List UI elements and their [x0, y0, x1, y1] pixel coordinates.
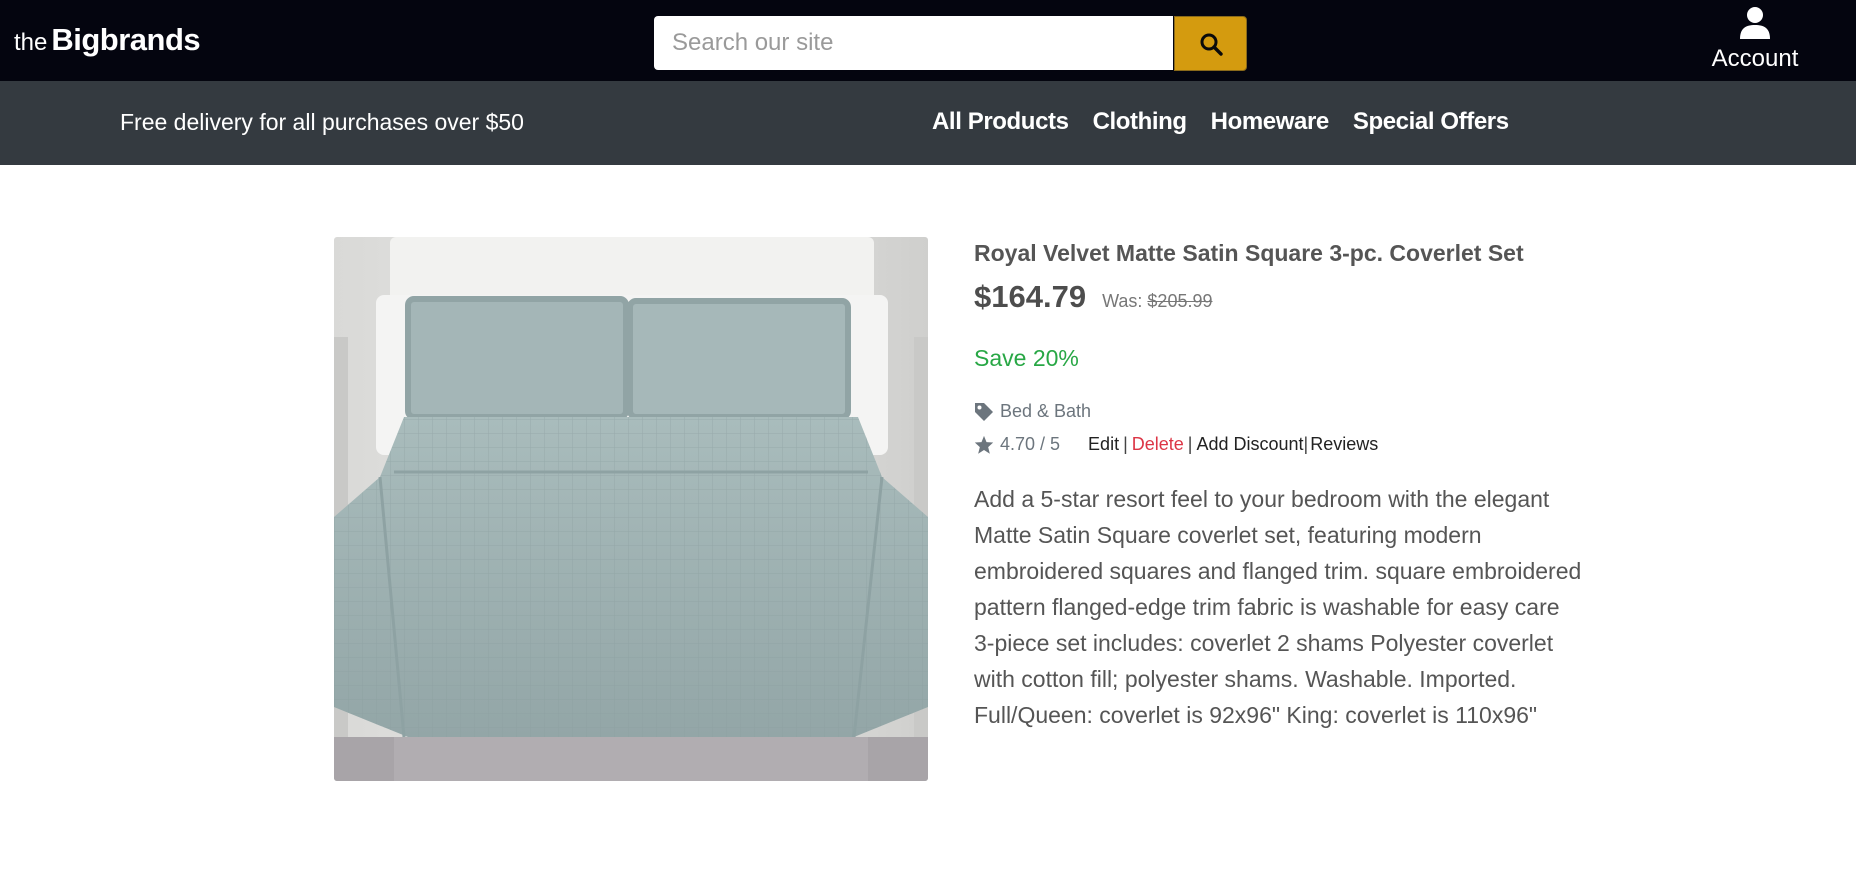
user-icon [1740, 7, 1770, 39]
was-price: Was: $205.99 [1102, 291, 1212, 312]
save-badge: Save 20% [974, 345, 1079, 371]
nav-homeware[interactable]: Homeware [1211, 108, 1330, 136]
search-icon [1200, 33, 1223, 56]
edit-link[interactable]: Edit [1088, 434, 1119, 454]
product-category[interactable]: Bed & Bath [1000, 401, 1091, 422]
price-row: $164.79 Was: $205.99 [974, 279, 1584, 315]
main-nav: All Products Clothing Homeware Special O… [932, 108, 1509, 136]
top-header: theBigbrands Account [0, 0, 1856, 81]
search-button[interactable] [1174, 16, 1247, 71]
product-image [334, 237, 928, 781]
star-icon [974, 435, 994, 454]
reviews-link[interactable]: Reviews [1310, 434, 1378, 454]
separator: | [1187, 434, 1193, 454]
account-label: Account [1711, 45, 1799, 72]
site-logo[interactable]: the Bigbrands [14, 22, 201, 58]
separator: | [1123, 434, 1128, 454]
was-amount: $205.99 [1147, 291, 1213, 311]
product-rating: 4.70 / 5 [1000, 434, 1061, 454]
search-input[interactable] [654, 16, 1173, 70]
logo-brand: Bigbrands [51, 22, 201, 57]
nav-all-products[interactable]: All Products [932, 108, 1069, 136]
promo-banner: Free delivery for all purchases over $50 [120, 109, 524, 135]
account-button[interactable]: Account [1700, 6, 1810, 73]
rating-row: 4.70 / 5 Edit | Delete | Add Discount| Review… [974, 434, 1584, 455]
tag-icon [975, 402, 993, 421]
product-details: Royal Velvet Matte Satin Square 3-pc. Co… [974, 240, 1584, 756]
was-label: Was: [1102, 291, 1143, 311]
product-price: $164.79 [974, 279, 1087, 314]
nav-bar: Free delivery for all purchases over $50… [0, 81, 1856, 165]
category-row: Bed & Bath [974, 401, 1584, 422]
admin-actions: Edit | Delete | Add Discount| Reviews [1088, 434, 1378, 455]
delete-link[interactable]: Delete [1132, 434, 1184, 454]
add-discount-link[interactable]: Add Discount [1196, 434, 1303, 454]
product-title: Royal Velvet Matte Satin Square 3-pc. Co… [974, 240, 1524, 266]
logo-prefix: the [14, 29, 48, 56]
nav-clothing[interactable]: Clothing [1093, 108, 1188, 136]
product-description: Add a 5-star resort feel to your bedroom… [974, 486, 1582, 728]
separator: | [1303, 434, 1309, 454]
nav-special-offers[interactable]: Special Offers [1353, 108, 1509, 136]
